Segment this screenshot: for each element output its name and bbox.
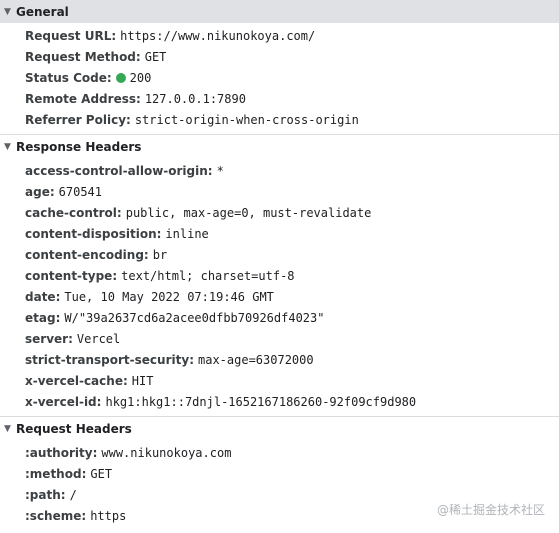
row-value: 127.0.0.1:7890	[144, 91, 246, 106]
row-key: x-vercel-cache	[25, 373, 123, 388]
request-headers-section-title: Request Headers	[16, 421, 132, 436]
row-value: Tue, 10 May 2022 07:19:46 GMT	[64, 289, 274, 304]
row-key: Remote Address	[25, 91, 136, 106]
request-headers-section-header[interactable]: ▼ Request Headers	[0, 417, 559, 440]
row-key: Request URL	[25, 28, 112, 43]
row-value: https://www.nikunokoya.com/	[120, 28, 316, 43]
header-row[interactable]: content-encoding: br	[0, 244, 559, 265]
general-rows: Request URL: https://www.nikunokoya.com/…	[0, 23, 559, 134]
row-value: HIT	[131, 373, 154, 388]
row-value: www.nikunokoya.com	[101, 445, 232, 460]
general-row-request-url[interactable]: Request URL: https://www.nikunokoya.com/	[0, 25, 559, 46]
row-key: :authority	[25, 445, 93, 460]
response-headers-section-header[interactable]: ▼ Response Headers	[0, 135, 559, 158]
row-value: GET	[144, 49, 167, 64]
row-key: cache-control	[25, 205, 117, 220]
header-row[interactable]: x-vercel-id: hkg1:hkg1::7dnjl-16521671862…	[0, 391, 559, 412]
row-key: :path	[25, 487, 61, 502]
general-row-referrer-policy[interactable]: Referrer Policy: strict-origin-when-cros…	[0, 109, 559, 130]
row-value: max-age=63072000	[198, 352, 314, 367]
watermark: @稀土掘金技术社区	[436, 503, 545, 517]
response-headers-rows: access-control-allow-origin: * age:670541…	[0, 158, 559, 416]
header-row[interactable]: strict-transport-security: max-age=630720…	[0, 349, 559, 370]
general-row-request-method[interactable]: Request Method: GET	[0, 46, 559, 67]
row-value: 670541	[58, 184, 102, 199]
row-key: Status Code	[25, 70, 107, 85]
general-row-remote-address[interactable]: Remote Address: 127.0.0.1:7890	[0, 88, 559, 109]
header-row[interactable]: cache-control: public, max-age=0, must-re…	[0, 202, 559, 223]
header-row[interactable]: content-type: text/html; charset=utf-8	[0, 265, 559, 286]
response-headers-section-title: Response Headers	[16, 139, 142, 154]
header-row[interactable]: server: Vercel	[0, 328, 559, 349]
row-key: x-vercel-id	[25, 394, 97, 409]
header-row[interactable]: etag: W/"39a2637cd6a2acee0dfbb70926df4023…	[0, 307, 559, 328]
row-key: :scheme	[25, 508, 82, 523]
general-section: ▼ General Request URL: https://www.nikun…	[0, 0, 559, 135]
header-row[interactable]: access-control-allow-origin: *	[0, 160, 559, 181]
row-value: strict-origin-when-cross-origin	[134, 112, 359, 127]
row-key: server	[25, 331, 69, 346]
response-headers-section: ▼ Response Headers access-control-allow-…	[0, 135, 559, 417]
row-value: https	[90, 508, 127, 523]
row-value: inline	[165, 226, 209, 241]
status-dot-icon	[115, 72, 126, 83]
row-key: strict-transport-security	[25, 352, 190, 367]
row-value: text/html; charset=utf-8	[121, 268, 295, 283]
row-value: *	[216, 163, 224, 178]
header-row[interactable]: age:670541	[0, 181, 559, 202]
general-row-status-code[interactable]: Status Code: 200	[0, 67, 559, 88]
triangle-down-icon: ▼	[4, 141, 11, 152]
general-section-header[interactable]: ▼ General	[0, 0, 559, 23]
row-value: 200	[129, 70, 152, 85]
row-key: Referrer Policy	[25, 112, 127, 127]
row-value: GET	[90, 466, 113, 481]
row-value: public, max-age=0, must-revalidate	[125, 205, 372, 220]
row-value: hkg1:hkg1::7dnjl-1652167186260-92f09cf9d…	[105, 394, 417, 409]
header-row[interactable]: date: Tue, 10 May 2022 07:19:46 GMT	[0, 286, 559, 307]
row-key: :method	[25, 466, 82, 481]
header-row[interactable]: content-disposition: inline	[0, 223, 559, 244]
triangle-down-icon: ▼	[4, 423, 11, 434]
row-value: W/"39a2637cd6a2acee0dfbb70926df4023"	[64, 310, 325, 325]
row-key: age	[25, 184, 50, 199]
header-row[interactable]: :authority: www.nikunokoya.com	[0, 442, 559, 463]
row-key: content-encoding	[25, 247, 144, 262]
row-key: content-type	[25, 268, 113, 283]
row-value: /	[69, 487, 77, 502]
row-value: Vercel	[76, 331, 121, 346]
row-key: date	[25, 289, 56, 304]
triangle-down-icon: ▼	[4, 6, 11, 17]
general-section-title: General	[16, 4, 69, 19]
row-key: etag	[25, 310, 56, 325]
row-key: Request Method	[25, 49, 136, 64]
header-row[interactable]: :method: GET	[0, 463, 559, 484]
row-key: access-control-allow-origin	[25, 163, 208, 178]
row-key: content-disposition	[25, 226, 157, 241]
row-value: br	[152, 247, 168, 262]
header-row[interactable]: x-vercel-cache: HIT	[0, 370, 559, 391]
